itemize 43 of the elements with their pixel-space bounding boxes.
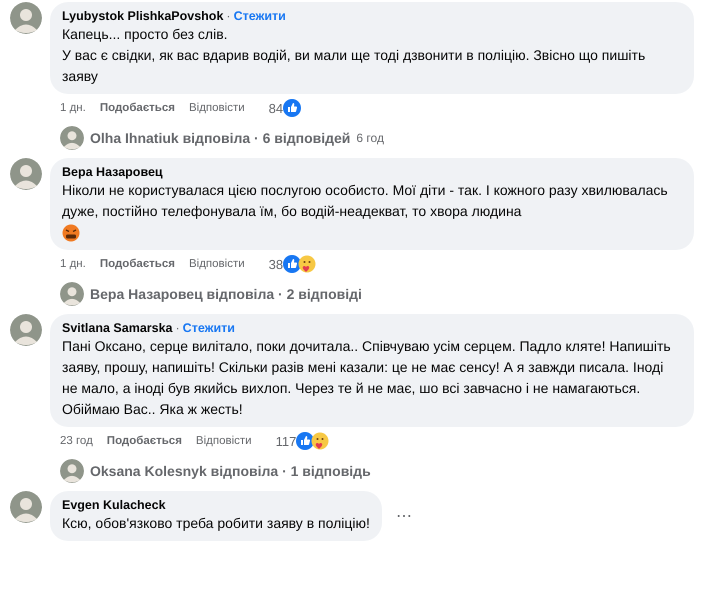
more-options-button[interactable]: ⋯ (396, 506, 412, 526)
comment-text: Капець... просто без слів. (62, 25, 229, 44)
hug-emoji-icon (298, 255, 316, 273)
avatar (10, 158, 42, 190)
separator-dot: · (176, 320, 180, 336)
separator-dot: · (226, 8, 231, 24)
like-link[interactable]: Подобається (100, 102, 175, 114)
reply-link[interactable]: Відповісти (188, 258, 245, 270)
reply-link[interactable]: Відповісти (196, 435, 252, 447)
reaction-count: 117 (276, 434, 296, 448)
reply-avatar (60, 126, 84, 150)
reply-avatar (60, 282, 84, 306)
view-replies-link[interactable]: Oksana Kolesnyk відповіла · 1 відповідь (90, 463, 371, 479)
like-link[interactable]: Подобається (106, 435, 182, 447)
comment-text: Пані Оксано, серце вилітало, поки дочитала.. Співчуваю усім серцем. Падло кляте! Напишіть заяву, прошу, напишіть! Скільки разів мені казали: це не має сенсу! А я завжди писала. Іноді не мало, а іноді був якийсь вихлоп. Через те й не має, шо всі завчасно і не намагаються. (62, 337, 672, 398)
author-name[interactable]: Вера Назаровец (62, 164, 163, 180)
like-icon (296, 432, 314, 450)
follow-link[interactable]: Стежити (234, 8, 286, 24)
reaction-count: 38 (268, 256, 284, 272)
author-name[interactable]: Lyubystok PlishkaPovshok (62, 8, 224, 24)
comment-text: Обіймаю Вас.. Яка ж жесть! (62, 400, 244, 419)
avatar (10, 2, 42, 34)
like-link[interactable]: Подобається (100, 258, 175, 270)
follow-link[interactable]: Стежити (182, 320, 235, 336)
comment-time[interactable]: 1 дн. (60, 258, 86, 270)
like-icon (283, 99, 302, 117)
avatar (10, 314, 42, 346)
reaction-count: 84 (268, 100, 284, 116)
comment-text: У вас є свідки, як вас вдарив водій, ви мали ще тоді дзвонити в поліцію. Звісно що пишіть заяву (62, 46, 646, 86)
like-icon (283, 255, 302, 273)
hug-emoji-icon (311, 432, 330, 450)
comment-text: Ксю, обов'язково треба робити заяву в поліцію! (62, 514, 370, 533)
reply-link[interactable]: Відповісти (188, 102, 245, 114)
view-replies-link[interactable]: Вера Назаровец відповіла · 2 відповіді (90, 286, 362, 302)
comment-time[interactable]: 1 дн. (60, 102, 86, 114)
reply-avatar (60, 459, 84, 483)
comment-text: Ніколи не користувалася цією послугою особисто. Мої діти - так. І кожного разу хвилювалась дуже, постійно телефонувала їм, бо водій-неадекват, то хвора людина (62, 181, 669, 221)
author-name[interactable]: Evgen Kulacheck (62, 497, 166, 513)
view-replies-link[interactable]: Olha Ihnatiuk відповіла · 6 відповідей (90, 130, 350, 146)
comment-time[interactable]: 23 год (60, 435, 93, 447)
reply-time: 6 год (356, 131, 384, 145)
author-name[interactable]: Svitlana Samarska (62, 320, 172, 336)
avatar (10, 491, 42, 523)
